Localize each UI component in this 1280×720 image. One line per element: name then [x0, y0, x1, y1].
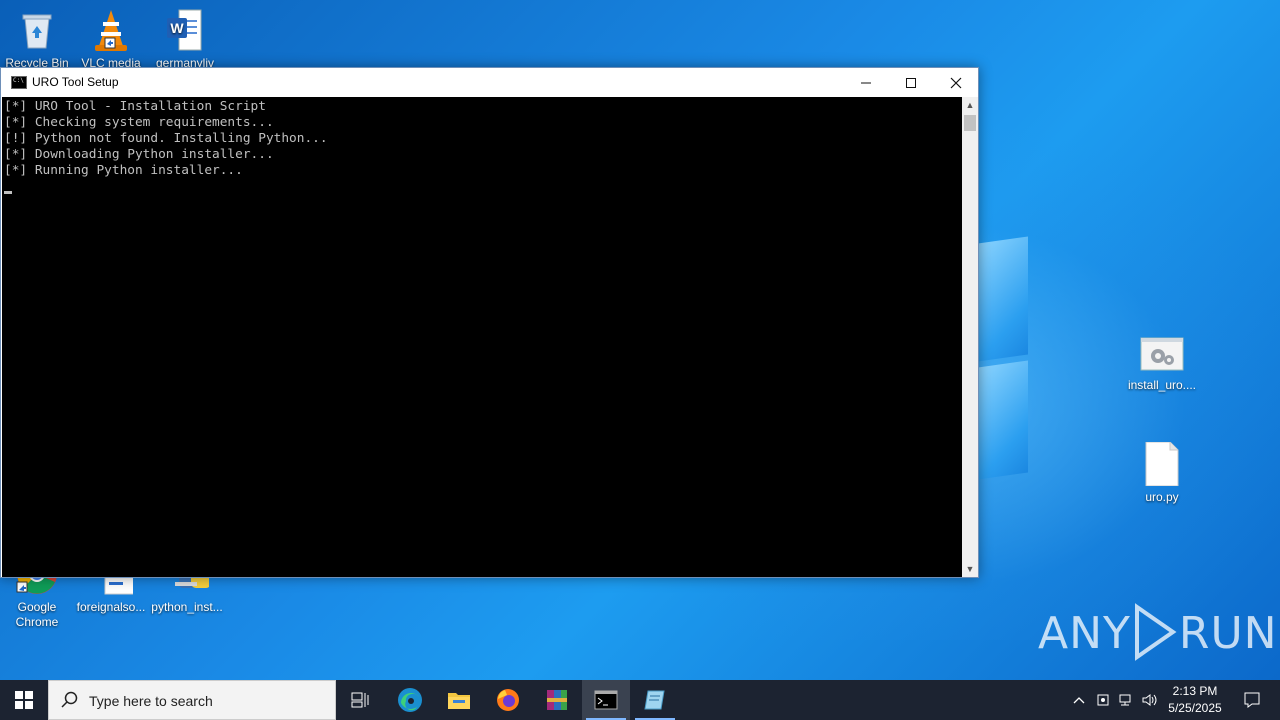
desktop-icon-label: foreignalso... — [76, 600, 146, 614]
taskbar-winrar[interactable] — [533, 680, 581, 720]
network-icon — [1119, 694, 1131, 706]
taskbar-edge[interactable] — [386, 680, 434, 720]
chevron-up-icon — [1073, 697, 1085, 704]
task-view-button[interactable] — [336, 680, 384, 720]
minimize-icon — [861, 82, 871, 83]
taskbar-command-prompt[interactable] — [582, 680, 630, 720]
desktop-icon-install-uro[interactable]: install_uro.... — [1125, 336, 1199, 393]
console-line: [*] Checking system requirements... — [4, 115, 274, 130]
scrollbar-thumb[interactable] — [964, 115, 976, 131]
start-button[interactable] — [0, 680, 48, 720]
desktop: Recycle Bin VLC media W germanyliv Googl… — [0, 0, 1280, 680]
window-title: URO Tool Setup — [32, 75, 119, 89]
taskbar-search-box[interactable]: Type here to search — [48, 680, 336, 720]
clock-time: 2:13 PM — [1172, 684, 1218, 698]
scroll-down-arrow-icon[interactable]: ▼ — [962, 561, 978, 577]
word-document-icon: W — [163, 8, 207, 52]
winrar-icon — [547, 690, 567, 710]
desktop-icon-vlc[interactable]: VLC media — [74, 8, 148, 71]
close-icon — [950, 77, 962, 88]
desktop-icon-label: python_inst... — [151, 600, 223, 614]
clock-date: 5/25/2025 — [1168, 701, 1222, 715]
maximize-button[interactable] — [888, 68, 934, 97]
console-window[interactable]: URO Tool Setup [*] URO Tool - Installati… — [0, 67, 979, 578]
speaker-icon — [1142, 694, 1157, 706]
firefox-icon — [497, 689, 519, 711]
scroll-up-arrow-icon[interactable]: ▲ — [962, 97, 978, 113]
minimize-button[interactable] — [843, 68, 889, 97]
tray-network[interactable] — [1115, 680, 1137, 720]
tray-device[interactable] — [1092, 680, 1114, 720]
batch-file-gears-icon — [1140, 336, 1184, 374]
window-titlebar[interactable]: URO Tool Setup — [1, 68, 978, 97]
console-line: [*] Running Python installer... — [4, 163, 243, 178]
taskbar-firefox[interactable] — [484, 680, 532, 720]
desktop-icon-recycle-bin[interactable]: Recycle Bin — [0, 8, 74, 71]
tray-volume[interactable] — [1139, 680, 1161, 720]
console-output[interactable]: [*] URO Tool - Installation Script [*] Ch… — [2, 97, 962, 577]
play-logo-icon — [1134, 603, 1177, 661]
console-app-icon — [11, 76, 27, 89]
desktop-icon-label: Google Chrome — [15, 600, 59, 629]
search-placeholder: Type here to search — [89, 693, 213, 709]
console-line: [!] Python not found. Installing Python.… — [4, 131, 328, 146]
command-prompt-icon — [594, 690, 618, 710]
windows-start-icon — [15, 691, 33, 709]
device-icon — [1097, 694, 1109, 706]
svg-text:W: W — [170, 20, 184, 36]
taskbar-clock[interactable]: 2:13 PM 5/25/2025 — [1160, 683, 1230, 717]
vertical-scrollbar[interactable]: ▲ ▼ — [962, 97, 978, 577]
console-line: [*] Downloading Python installer... — [4, 147, 274, 162]
console-line: [*] URO Tool - Installation Script — [4, 99, 266, 114]
desktop-icon-uro-py[interactable]: uro.py — [1125, 441, 1199, 505]
notification-icon — [1244, 692, 1260, 708]
folder-icon — [448, 693, 470, 709]
edge-browser-icon — [398, 688, 422, 712]
taskbar-notepad[interactable] — [631, 680, 679, 720]
close-button[interactable] — [933, 68, 979, 97]
desktop-icon-label: uro.py — [1145, 490, 1179, 504]
blank-file-icon — [1140, 441, 1184, 487]
desktop-icon-label: install_uro.... — [1127, 378, 1197, 392]
taskbar: Type here to search 2:13 PM 5/25/2025 — [0, 680, 1280, 720]
search-icon — [61, 691, 78, 708]
vlc-cone-icon — [89, 8, 133, 52]
show-hidden-icons-button[interactable] — [1068, 680, 1090, 720]
task-view-icon — [351, 692, 369, 708]
maximize-icon — [906, 77, 916, 88]
notepad-icon — [644, 690, 665, 710]
action-center-button[interactable] — [1232, 680, 1272, 720]
desktop-icon-word-doc[interactable]: W germanyliv — [148, 8, 222, 71]
taskbar-file-explorer[interactable] — [435, 680, 483, 720]
anyrun-watermark: ANY RUN — [1038, 603, 1278, 661]
recycle-bin-icon — [15, 8, 59, 52]
text-cursor — [4, 191, 12, 194]
